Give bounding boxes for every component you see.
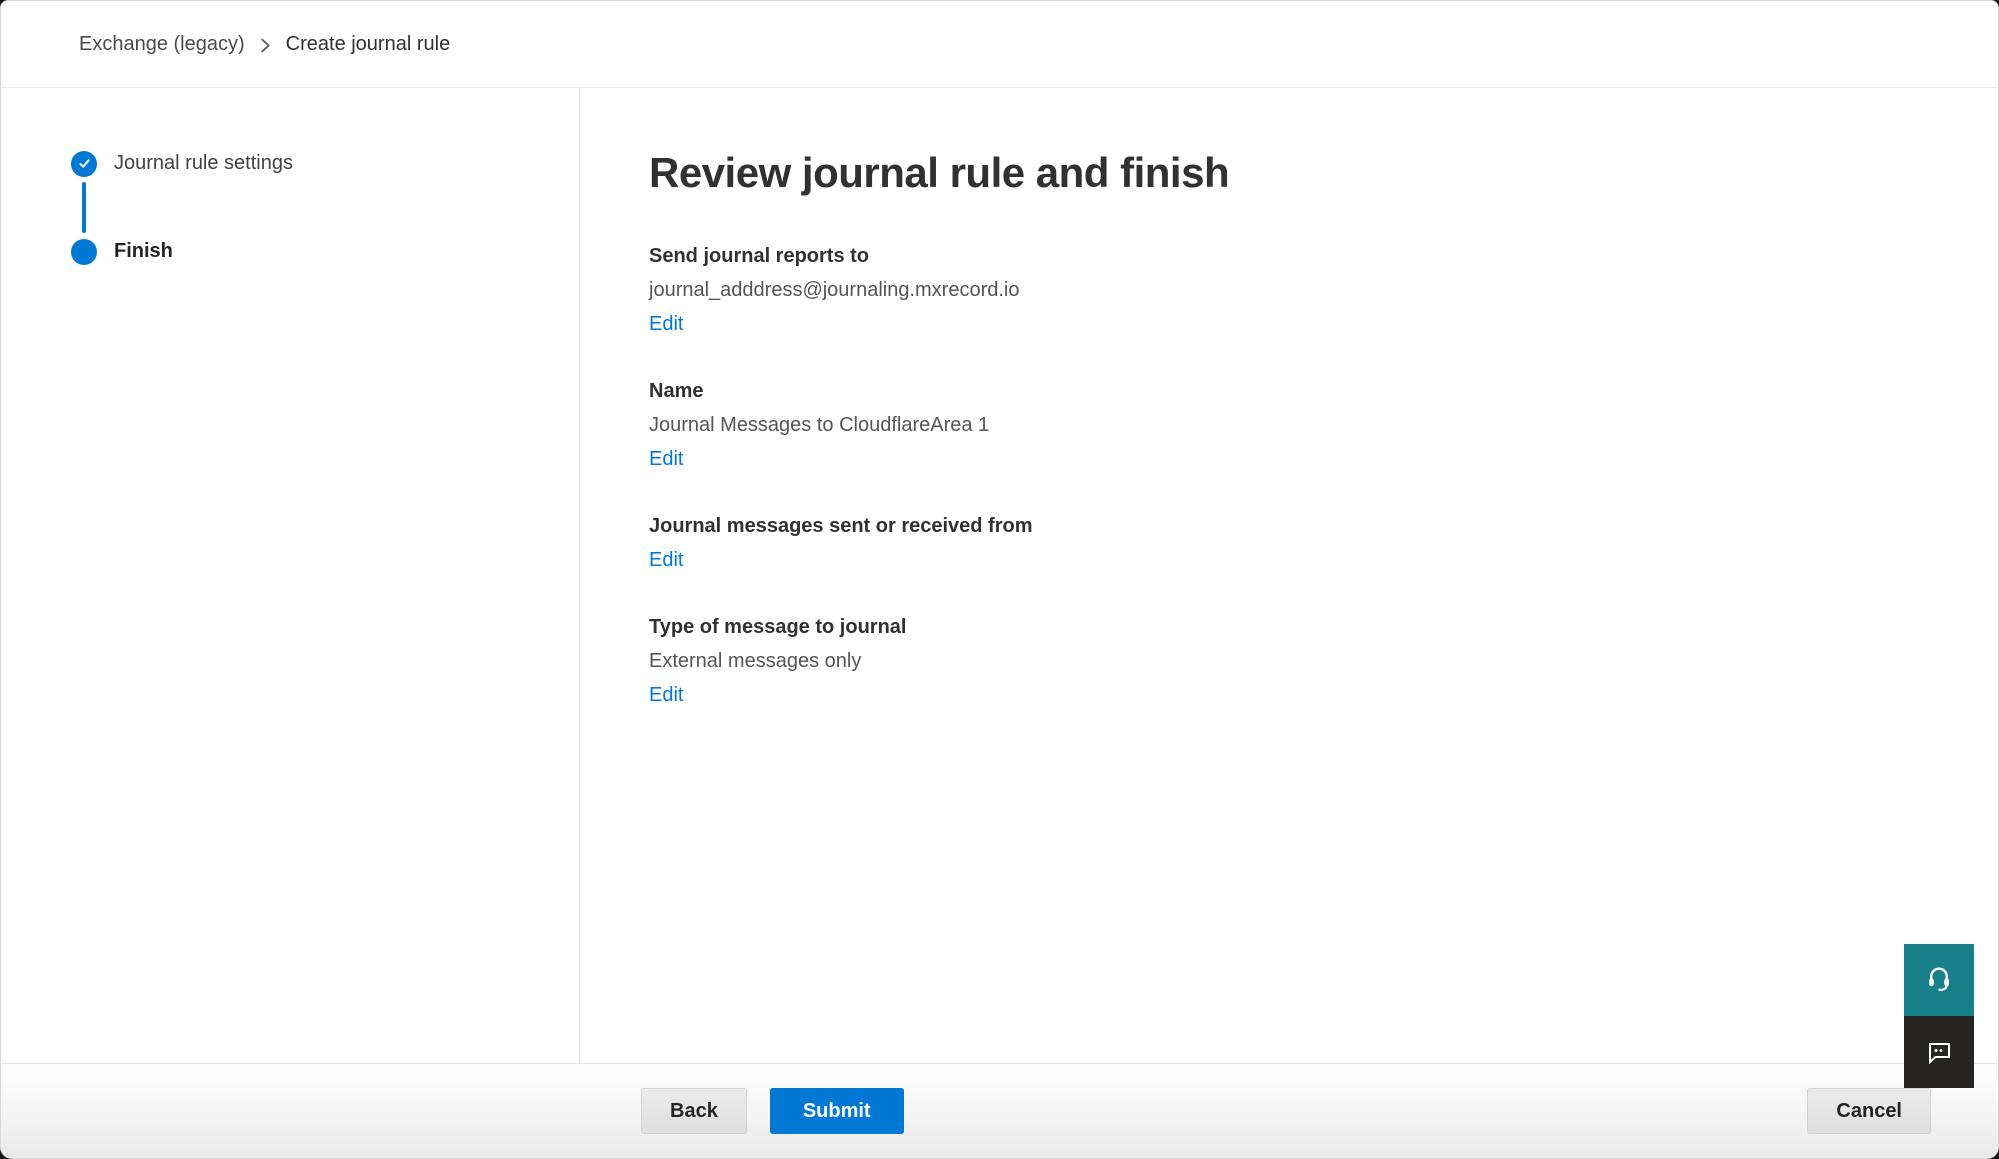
header-bar: Exchange (legacy) Create journal rule (1, 1, 1998, 88)
section-message-type: Type of message to journal External mess… (649, 610, 1998, 712)
rule-name-value: Journal Messages to CloudflareArea 1 (649, 408, 1998, 442)
section-label: Type of message to journal (649, 610, 1998, 644)
wizard-step-label: Finish (114, 240, 173, 263)
section-label: Journal messages sent or received from (649, 509, 1998, 543)
step-current-dot-icon (71, 239, 97, 265)
edit-message-type-link[interactable]: Edit (649, 678, 683, 712)
wizard-step-connector (82, 182, 86, 233)
page-title: Review journal rule and finish (649, 149, 1998, 197)
chat-dots-icon (1922, 1034, 1956, 1071)
review-panel: Review journal rule and finish Send jour… (581, 89, 1998, 1063)
breadcrumb: Exchange (legacy) Create journal rule (79, 33, 450, 56)
chevron-right-icon (259, 37, 272, 54)
wizard-step-label: Journal rule settings (114, 152, 293, 175)
section-label: Name (649, 374, 1998, 408)
help-button[interactable] (1904, 944, 1974, 1016)
section-journal-scope: Journal messages sent or received from E… (649, 509, 1998, 577)
step-completed-check-icon (71, 151, 97, 177)
wizard-step-finish[interactable]: Finish (71, 238, 173, 265)
message-type-value: External messages only (649, 644, 1998, 678)
feedback-button[interactable] (1904, 1016, 1974, 1088)
footer-action-bar: Back Submit Cancel (1, 1063, 1998, 1158)
edit-scope-link[interactable]: Edit (649, 543, 683, 577)
section-name: Name Journal Messages to CloudflareArea … (649, 374, 1998, 476)
wizard-step-journal-rule-settings[interactable]: Journal rule settings (71, 150, 293, 177)
edit-name-link[interactable]: Edit (649, 442, 683, 476)
exchange-admin-window: Exchange (legacy) Create journal rule Jo… (0, 0, 1999, 1159)
section-send-journal-reports-to: Send journal reports to journal_adddress… (649, 239, 1998, 341)
journal-report-address-value: journal_adddress@journaling.mxrecord.io (649, 273, 1998, 307)
back-button[interactable]: Back (641, 1088, 747, 1134)
floating-button-stack (1904, 944, 1974, 1088)
cancel-button[interactable]: Cancel (1807, 1088, 1931, 1134)
wizard-sidebar: Journal rule settings Finish (1, 89, 580, 1063)
section-label: Send journal reports to (649, 239, 1998, 273)
breadcrumb-item-exchange-legacy[interactable]: Exchange (legacy) (79, 33, 245, 56)
headset-icon (1923, 963, 1955, 998)
breadcrumb-item-create-journal-rule: Create journal rule (286, 33, 451, 56)
edit-send-reports-link[interactable]: Edit (649, 307, 683, 341)
submit-button[interactable]: Submit (770, 1088, 904, 1134)
